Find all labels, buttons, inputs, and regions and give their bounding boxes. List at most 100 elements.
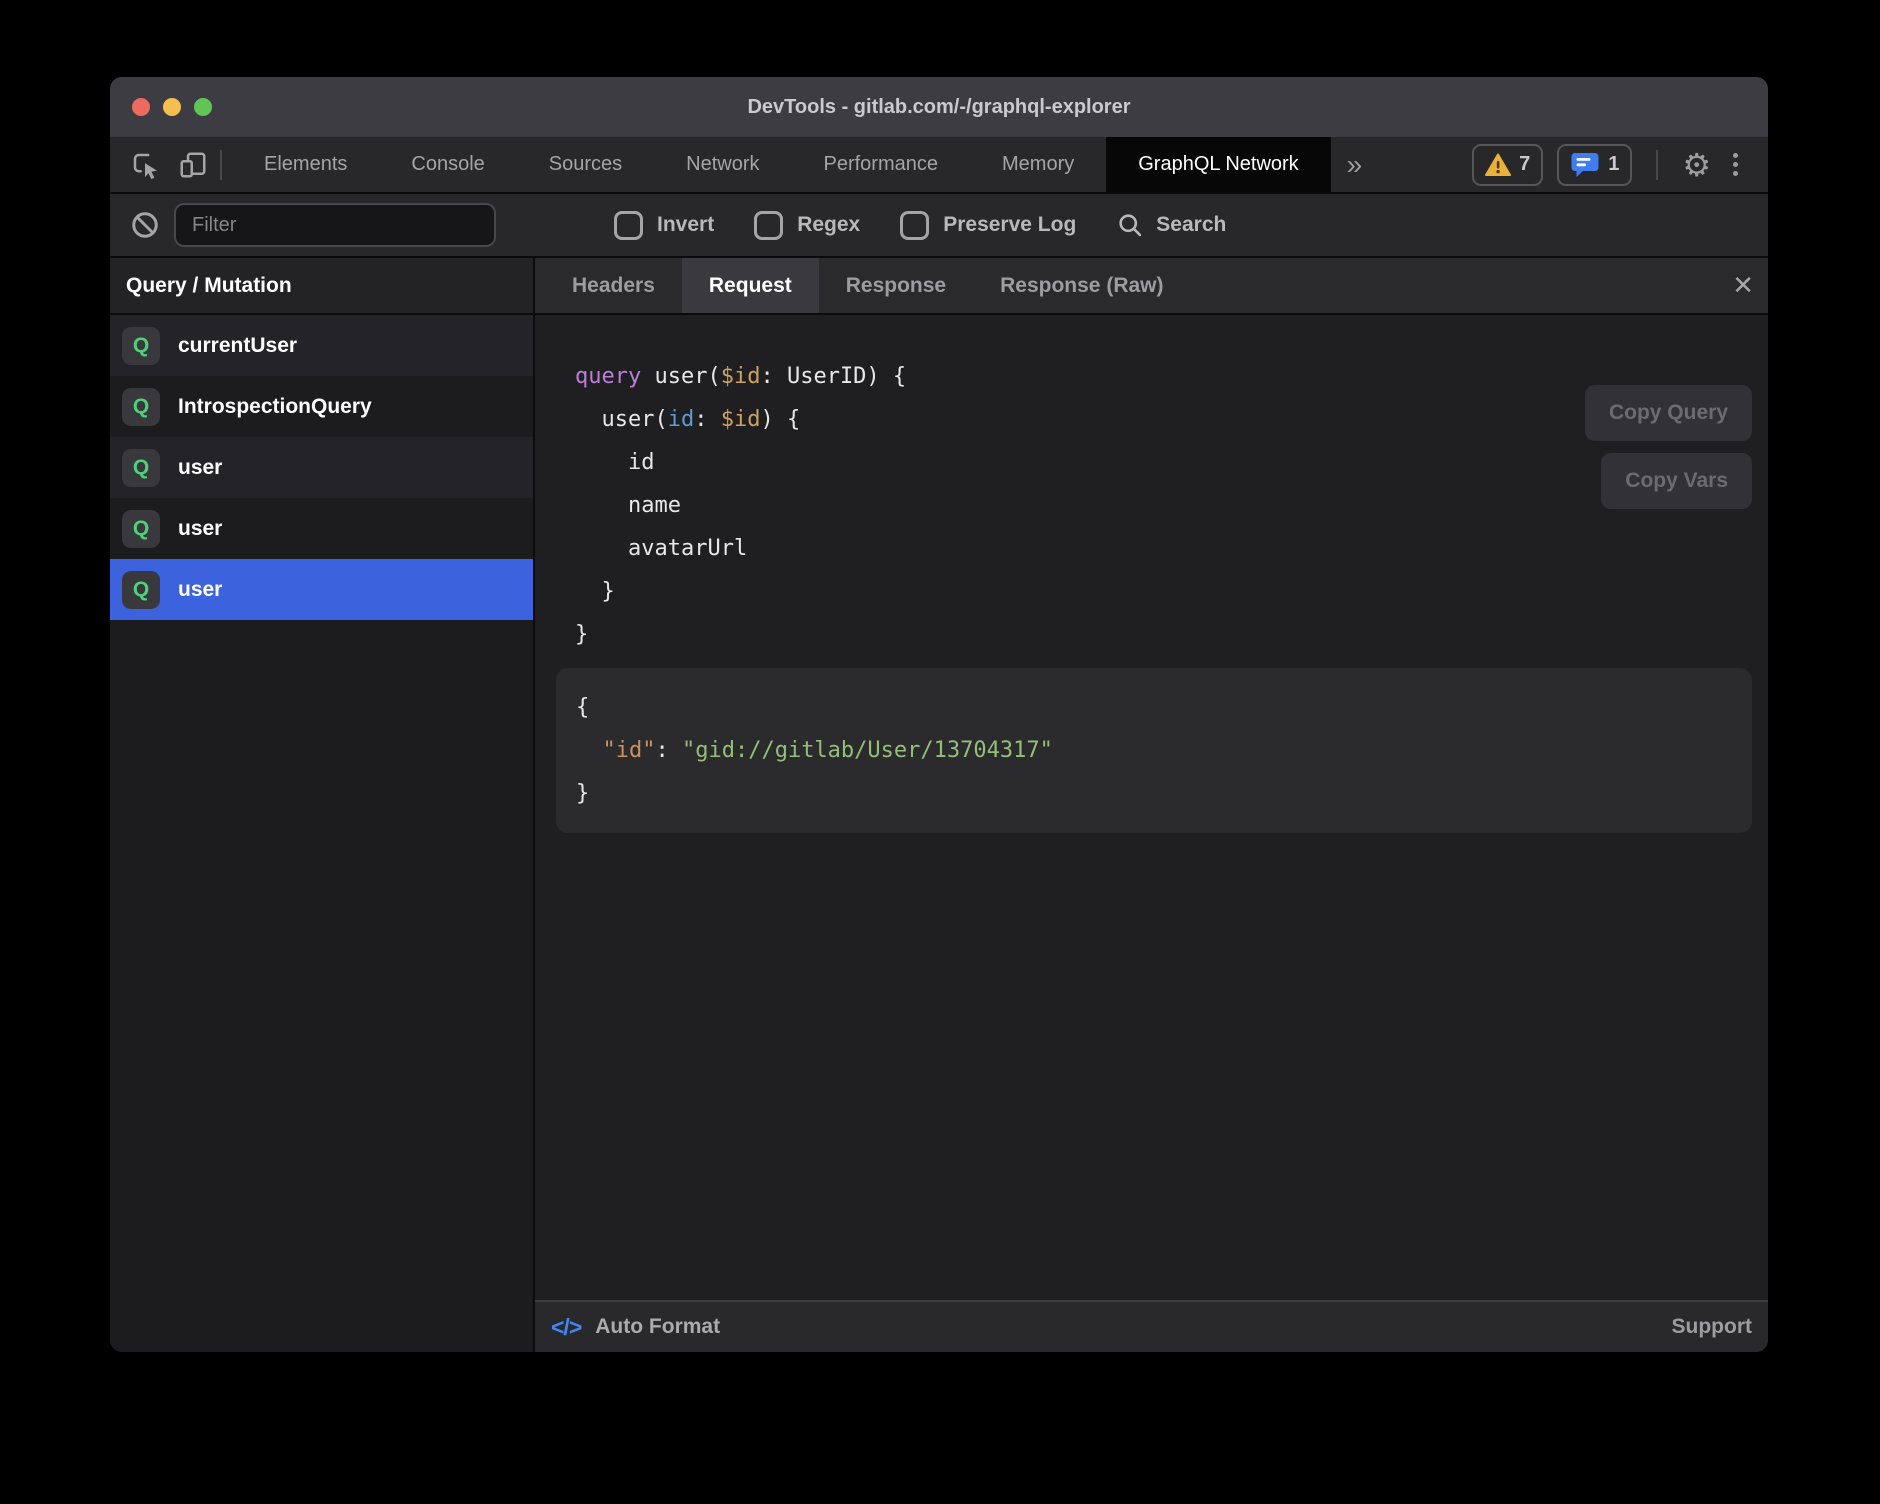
tab-headers[interactable]: Headers: [545, 258, 682, 313]
code-token: :: [694, 407, 721, 432]
code-token: [576, 738, 603, 763]
invert-option: Invert: [614, 211, 714, 240]
list-item-label: currentUser: [178, 334, 297, 358]
code-line: }: [576, 772, 1732, 815]
code-token: $id: [721, 364, 761, 389]
tab-request[interactable]: Request: [682, 258, 819, 313]
regex-checkbox[interactable]: [754, 211, 783, 240]
code-token: query: [575, 364, 641, 389]
warning-icon: [1485, 153, 1511, 177]
code-line: id: [575, 441, 1752, 484]
code-token: {: [576, 695, 589, 720]
warnings-badge[interactable]: 7: [1472, 144, 1543, 186]
tab-elements[interactable]: Elements: [232, 137, 379, 192]
tab-console[interactable]: Console: [379, 137, 516, 192]
code-token: ) {: [760, 407, 800, 432]
tabbar-right-controls: 7 1 ⚙: [1472, 137, 1768, 192]
support-link[interactable]: Support: [1672, 1315, 1752, 1339]
code-token: }: [575, 622, 588, 647]
preserve-log-label: Preserve Log: [943, 213, 1076, 237]
message-bubble-icon: [1570, 151, 1600, 178]
tab-memory[interactable]: Memory: [970, 137, 1106, 192]
query-variables-box: { "id": "gid://gitlab/User/13704317"}: [556, 668, 1752, 833]
code-token: "gid://gitlab/User/13704317": [682, 738, 1053, 763]
query-type-icon: Q: [122, 571, 160, 609]
list-item-user-3-selected[interactable]: Q user: [110, 559, 533, 620]
request-detail-pane: Headers Request Response Response (Raw) …: [535, 258, 1768, 1352]
more-options-icon[interactable]: [1725, 153, 1746, 176]
copy-buttons: Copy Query Copy Vars: [1585, 385, 1752, 509]
list-item-user-2[interactable]: Q user: [110, 498, 533, 559]
code-token: : UserID) {: [760, 364, 906, 389]
detail-tab-bar: Headers Request Response Response (Raw) …: [535, 258, 1768, 315]
code-format-icon: </>: [551, 1314, 581, 1341]
inspect-element-icon[interactable]: [128, 148, 162, 182]
more-tabs-icon[interactable]: »: [1331, 137, 1379, 192]
settings-gear-icon[interactable]: ⚙: [1682, 149, 1711, 181]
warning-count: 7: [1519, 153, 1530, 176]
tab-sources[interactable]: Sources: [517, 137, 654, 192]
code-token: :: [655, 738, 682, 763]
preserve-log-checkbox[interactable]: [900, 211, 929, 240]
code-line: user(id: $id) {: [575, 398, 1752, 441]
code-line: "id": "gid://gitlab/User/13704317": [576, 729, 1732, 772]
query-type-icon: Q: [122, 388, 160, 426]
list-item-label: user: [178, 456, 222, 480]
window-title: DevTools - gitlab.com/-/graphql-explorer: [110, 96, 1768, 119]
code-token: id: [668, 407, 695, 432]
copy-query-button[interactable]: Copy Query: [1585, 385, 1752, 441]
controls-separator: [1656, 150, 1658, 180]
query-type-icon: Q: [122, 327, 160, 365]
list-item-user-1[interactable]: Q user: [110, 437, 533, 498]
tabbar-separator: [220, 150, 222, 180]
clear-icon[interactable]: [130, 210, 160, 240]
code-line: }: [575, 613, 1752, 656]
search-icon: [1116, 211, 1144, 239]
code-token: "id": [603, 738, 656, 763]
invert-label: Invert: [657, 213, 714, 237]
list-item-introspectionquery[interactable]: Q IntrospectionQuery: [110, 376, 533, 437]
search-control[interactable]: Search: [1116, 211, 1226, 239]
screenshot-canvas: DevTools - gitlab.com/-/graphql-explorer: [0, 0, 1880, 1504]
code-token: }: [576, 781, 589, 806]
query-list-pane: Query / Mutation Q currentUser Q Introsp…: [110, 258, 535, 1352]
tab-response-raw[interactable]: Response (Raw): [973, 258, 1190, 313]
auto-format-button[interactable]: Auto Format: [595, 1315, 720, 1339]
query-type-icon: Q: [122, 510, 160, 548]
issues-badge[interactable]: 1: [1557, 144, 1632, 186]
list-item-currentuser[interactable]: Q currentUser: [110, 315, 533, 376]
code-line: {: [576, 686, 1732, 729]
tab-response[interactable]: Response: [819, 258, 973, 313]
tab-performance[interactable]: Performance: [792, 137, 971, 192]
filter-input[interactable]: [174, 203, 496, 247]
code-line: name: [575, 484, 1752, 527]
close-detail-icon[interactable]: ✕: [1732, 258, 1754, 313]
issues-count: 1: [1608, 153, 1619, 176]
filter-toolbar: Invert Regex Preserve Log Search: [110, 194, 1768, 258]
code-token: user(: [575, 407, 668, 432]
tool-icons: [110, 137, 210, 192]
request-body: query user($id: UserID) { user(id: $id) …: [535, 315, 1768, 1300]
code-token: $id: [721, 407, 761, 432]
invert-checkbox[interactable]: [614, 211, 643, 240]
code-token: id: [575, 450, 654, 475]
graphql-query-code: query user($id: UserID) { user(id: $id) …: [575, 355, 1752, 656]
main-split: Query / Mutation Q currentUser Q Introsp…: [110, 258, 1768, 1352]
devtools-tab-bar: Elements Console Sources Network Perform…: [110, 137, 1768, 194]
devtools-window: DevTools - gitlab.com/-/graphql-explorer: [110, 77, 1768, 1352]
code-line: query user($id: UserID) {: [575, 355, 1752, 398]
list-item-label: user: [178, 517, 222, 541]
search-label: Search: [1156, 213, 1226, 237]
regex-label: Regex: [797, 213, 860, 237]
tab-graphql-network[interactable]: GraphQL Network: [1106, 137, 1330, 192]
preserve-log-option: Preserve Log: [900, 211, 1076, 240]
tab-network[interactable]: Network: [654, 137, 791, 192]
regex-option: Regex: [754, 211, 860, 240]
copy-vars-button[interactable]: Copy Vars: [1601, 453, 1752, 509]
device-toolbar-icon[interactable]: [176, 148, 210, 182]
code-token: user(: [641, 364, 720, 389]
detail-footer: </> Auto Format Support: [535, 1300, 1768, 1352]
query-type-icon: Q: [122, 449, 160, 487]
query-list-header: Query / Mutation: [110, 258, 533, 315]
code-token: }: [575, 579, 615, 604]
